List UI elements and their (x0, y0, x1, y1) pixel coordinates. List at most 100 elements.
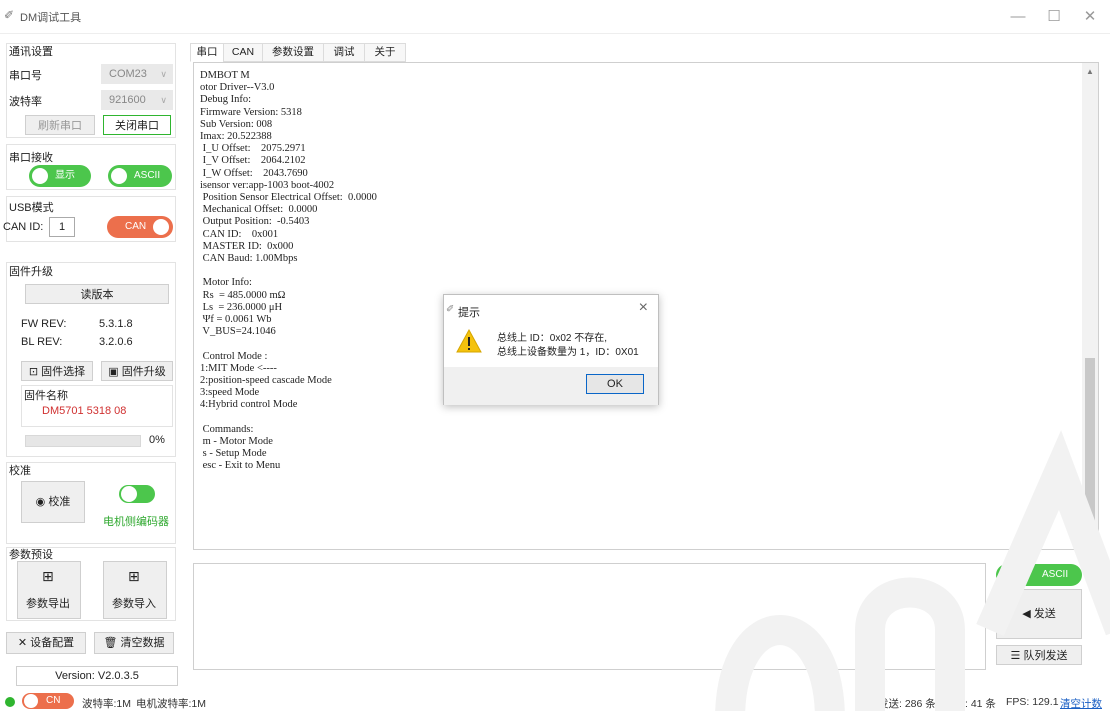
console-line: Rs = 485.0000 mΩ (200, 289, 286, 301)
console-line: Sub Version: 008 (200, 118, 273, 130)
version-label: Version: V2.0.3.5 (16, 666, 178, 686)
tab-about[interactable]: 关于 (364, 43, 406, 62)
param-export-button[interactable]: ⊞ 参数导出 (17, 561, 81, 619)
console-line: 2:position-speed cascade Mode (200, 375, 332, 386)
console-line: I_W Offset: 2043.7690 (200, 167, 308, 179)
firmware-select-label: 固件选择 (41, 366, 86, 378)
comm-settings-group: 通讯设置 串口号 COM23 ∨ 波特率 921600 ∨ 刷新串口 关闭串口 (6, 43, 176, 138)
firmware-progress-text: 0% (149, 434, 165, 446)
motor-baud-status: 电机波特率:1M (136, 698, 207, 710)
ascii-rx-toggle[interactable]: ASCII (108, 165, 172, 187)
console-line: 4:Hybrid control Mode (200, 399, 298, 411)
port-select[interactable]: COM23 ∨ (101, 64, 173, 84)
alert-dialog: ✐ 提示 × 总线上 ID：0x02 不存在, 总线上设备数量为 1，ID：0X… (443, 294, 659, 405)
title-bar: ✐ DM调试工具 — ☐ ✕ (0, 0, 1110, 34)
console-line: Position Sensor Electrical Offset: 0.000… (200, 192, 377, 203)
maximize-button[interactable]: ☐ (1040, 6, 1068, 28)
device-config-button[interactable]: ✕ 设备配置 (6, 632, 86, 654)
ascii-send-toggle[interactable]: ASCII (996, 564, 1082, 586)
param-preset-group: 参数预设 ⊞ 参数导出 ⊞ 参数导入 (6, 547, 176, 621)
vertical-scrollbar[interactable]: ▲ ▼ (1082, 63, 1098, 549)
sent-count: 发送: 286 条 (878, 698, 936, 710)
tools-icon: ✕ (17, 637, 28, 649)
app-logo-icon: ✐ (4, 8, 15, 22)
encoder-toggle[interactable] (119, 485, 155, 503)
clear-data-label: 清空数据 (120, 637, 165, 649)
param-import-button[interactable]: ⊞ 参数导入 (103, 561, 167, 619)
clear-data-button[interactable]: 🗑 清空数据 (94, 632, 174, 654)
chevron-down-icon[interactable]: ▼ (1086, 537, 1094, 546)
dialog-title: 提示 (458, 307, 480, 319)
console-line: Imax: 20.522388 (200, 131, 272, 142)
baud-select[interactable]: 921600 ∨ (101, 90, 173, 110)
firmware-group: 固件升级 读版本 FW REV: 5.3.1.8 BL REV: 3.2.0.6… (6, 262, 176, 457)
baud-value: 921600 (109, 94, 146, 106)
port-value: COM23 (109, 68, 147, 80)
minimize-button[interactable]: — (1004, 6, 1032, 28)
calibrate-button[interactable]: ◉ 校准 (21, 481, 85, 523)
clear-counts-link[interactable]: 清空计数 (1060, 696, 1102, 711)
trash-icon: 🗑 (103, 637, 118, 649)
close-button[interactable]: ✕ (1076, 6, 1104, 28)
calibration-title: 校准 (9, 465, 31, 477)
firmware-upgrade-button[interactable]: ▣ 固件升级 (101, 361, 173, 381)
dialog-message-line2: 总线上设备数量为 1，ID：0X01 (497, 347, 639, 358)
chevron-down-icon: ∨ (160, 69, 167, 79)
display-toggle[interactable]: 显示 (29, 165, 91, 187)
console-line: CAN Baud: 1.00Mbps (200, 253, 298, 264)
can-id-input[interactable]: 1 (49, 217, 75, 237)
usb-mode-group: USB模式 CAN ID: 1 CAN (3, 196, 176, 242)
read-version-button[interactable]: 读版本 (25, 284, 169, 304)
app-logo-icon: ✐ (446, 304, 455, 315)
console-line: 3:speed Mode (200, 387, 260, 399)
queue-send-button[interactable]: ☰ 队列发送 (996, 645, 1082, 665)
select-file-icon: ⊡ (28, 366, 39, 378)
can-toggle[interactable]: CAN (107, 216, 173, 238)
dialog-footer: OK (444, 367, 658, 405)
save-icon: ▣ (108, 366, 119, 378)
firmware-progress-bar (25, 435, 141, 447)
dialog-ok-button[interactable]: OK (586, 374, 644, 394)
tab-can[interactable]: CAN (223, 43, 263, 62)
console-line: DMBOT M (200, 70, 250, 81)
console-line: otor Driver--V3.0 (200, 82, 275, 94)
queue-icon: ☰ (1010, 650, 1021, 662)
console-line: m - Motor Mode (200, 436, 273, 447)
encoder-toggle-label: 电机侧编码器 (103, 516, 169, 528)
firmware-upgrade-label: 固件升级 (121, 366, 166, 378)
fw-rev-label: FW REV: (21, 318, 67, 330)
firmware-name-box: 固件名称 DM5701 5318 08 (21, 385, 173, 427)
send-button[interactable]: ◀ 发送 (996, 589, 1082, 639)
console-line: Mechanical Offset: 0.0000 (200, 204, 318, 216)
bl-rev-value: 3.2.0.6 (99, 336, 133, 348)
chevron-down-icon: ∨ (160, 95, 167, 105)
param-export-label: 参数导出 (26, 598, 70, 610)
tab-param-settings[interactable]: 参数设置 (262, 43, 324, 62)
firmware-name-value: DM5701 5318 08 (42, 405, 127, 417)
send-input[interactable] (193, 563, 986, 670)
firmware-title: 固件升级 (9, 266, 53, 278)
console-line: 1:MIT Mode <---- (200, 362, 277, 374)
console-line: MASTER ID: 0x000 (200, 240, 294, 252)
warning-icon (456, 329, 482, 353)
tab-serial[interactable]: 串口 (190, 43, 224, 62)
scroll-thumb[interactable] (1085, 358, 1095, 533)
console-line: V_BUS=24.1046 (200, 326, 276, 338)
calibration-group: 校准 ◉ 校准 电机侧编码器 (6, 462, 176, 544)
serial-rx-group: 串口接收 显示 ASCII (6, 144, 176, 190)
comm-settings-title: 通讯设置 (9, 46, 53, 58)
cn-toggle[interactable]: CN (22, 693, 74, 709)
bl-rev-label: BL REV: (21, 336, 63, 348)
chevron-up-icon[interactable]: ▲ (1086, 67, 1094, 76)
console-line: esc - Exit to Menu (200, 460, 281, 472)
window-title: DM调试工具 (20, 12, 82, 24)
refresh-port-button[interactable]: 刷新串口 (25, 115, 95, 135)
dialog-close-button[interactable]: × (639, 299, 648, 317)
app-window: ✐ DM调试工具 — ☐ ✕ 通讯设置 串口号 COM23 ∨ 波特率 92160… (0, 0, 1110, 711)
console-line: Ψf = 0.0061 Wb (200, 314, 272, 325)
console-line: Debug Info: (200, 94, 252, 106)
close-port-button[interactable]: 关闭串口 (103, 115, 171, 135)
queue-send-label: 队列发送 (1023, 650, 1068, 662)
firmware-select-button[interactable]: ⊡ 固件选择 (21, 361, 93, 381)
tab-debug[interactable]: 调试 (323, 43, 365, 62)
